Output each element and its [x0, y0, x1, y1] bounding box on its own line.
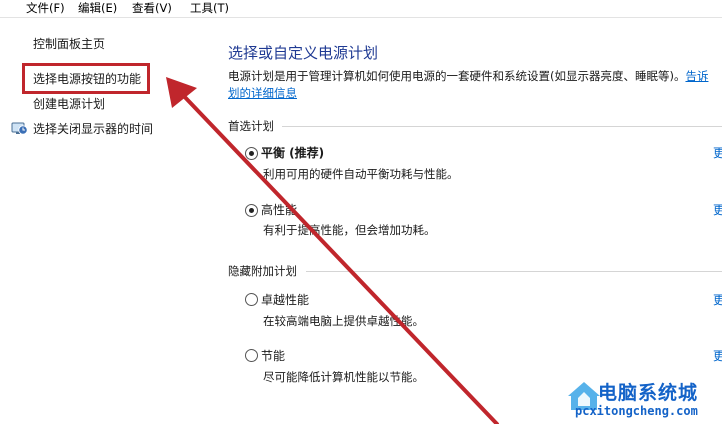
display-timer-icon: [11, 122, 28, 135]
plan-name-power-saver[interactable]: 节能: [261, 347, 285, 364]
description-link-end[interactable]: 划的详细信息: [228, 86, 297, 100]
watermark-title: 电脑系统城: [598, 382, 699, 404]
menu-view[interactable]: 查看(V): [132, 0, 172, 16]
main-content: 选择或自定义电源计划 电源计划是用于管理计算机如何使用电源的一套硬件和系统设置(…: [228, 40, 722, 424]
change-plan-link-ultimate-performance[interactable]: 更改计划设置: [713, 291, 722, 308]
sidebar-item-create-plan[interactable]: 创建电源计划: [33, 96, 105, 112]
plan-name-balanced[interactable]: 平衡 (推荐): [261, 144, 324, 161]
radio-plan-power-saver[interactable]: [245, 349, 258, 362]
plan-name-ultimate-performance[interactable]: 卓越性能: [261, 291, 309, 308]
description-link-start[interactable]: 告诉: [685, 69, 708, 83]
description-text: 电源计划是用于管理计算机如何使用电源的一套硬件和系统设置(如显示器亮度、睡眠等)…: [228, 69, 686, 83]
plan-name-high-performance[interactable]: 高性能: [261, 201, 297, 218]
radio-dot: [249, 151, 254, 156]
sidebar-item-control-panel-home[interactable]: 控制面板主页: [33, 36, 105, 52]
menu-edit[interactable]: 编辑(E): [78, 0, 117, 16]
sidebar-item-display-off-time[interactable]: 选择关闭显示器的时间: [33, 121, 153, 137]
plan-desc-high-performance: 有利于提高性能，但会增加功耗。: [263, 223, 436, 237]
page-title: 选择或自定义电源计划: [228, 44, 379, 62]
watermark-domain: pcxitongcheng.com: [575, 404, 698, 418]
plan-desc-ultimate-performance: 在较高端电脑上提供卓越性能。: [263, 314, 424, 328]
radio-plan-ultimate-performance[interactable]: [245, 293, 258, 306]
menu-bar: 文件(F) 编辑(E) 查看(V) 工具(T): [0, 0, 722, 18]
page-description: 电源计划是用于管理计算机如何使用电源的一套硬件和系统设置(如显示器亮度、睡眠等)…: [228, 68, 722, 102]
group-hidden-plans: 隐藏附加计划: [228, 264, 297, 278]
change-plan-link-balanced[interactable]: 更改计划设置: [713, 144, 722, 161]
group-divider: [282, 126, 722, 127]
radio-dot: [249, 208, 254, 213]
plan-desc-balanced: 利用可用的硬件自动平衡功耗与性能。: [263, 167, 459, 181]
group-divider: [306, 271, 722, 272]
radio-plan-high-performance[interactable]: [245, 204, 258, 217]
change-plan-link-high-performance[interactable]: 更改计划设置: [713, 201, 722, 218]
radio-plan-balanced[interactable]: [245, 147, 258, 160]
group-preferred-plans: 首选计划: [228, 119, 274, 133]
plan-desc-power-saver: 尽可能降低计算机性能以节能。: [263, 370, 424, 384]
annotation-highlight-box: [22, 63, 150, 94]
menu-tools[interactable]: 工具(T): [190, 0, 229, 16]
change-plan-link-power-saver[interactable]: 更改计划设置: [713, 347, 722, 364]
menu-file[interactable]: 文件(F): [26, 0, 65, 16]
